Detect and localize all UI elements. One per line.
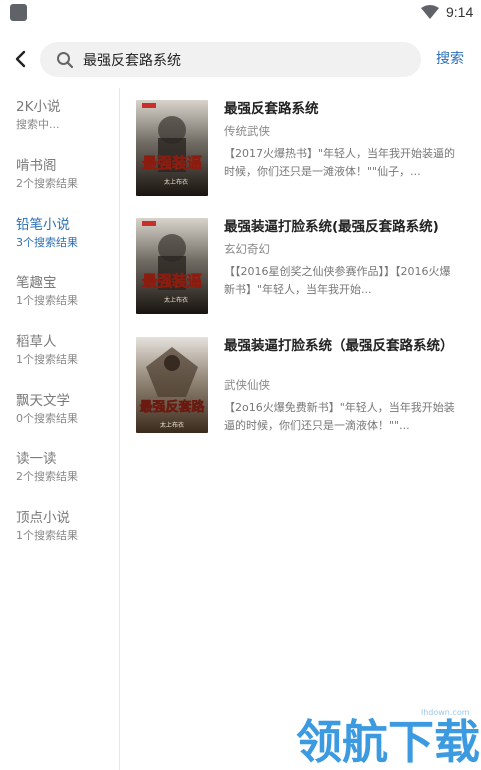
search-input[interactable] [83, 42, 403, 77]
cover-title-art: 最强装逼 [142, 154, 202, 172]
book-category: 玄幻奇幻 [224, 242, 270, 256]
book-cover: 最强反套路 太上布衣 [136, 337, 208, 433]
source-item-kenshuge[interactable]: 啃书阁 2个搜索结果 [16, 157, 116, 201]
cover-author-art: 太上布衣 [164, 296, 188, 304]
source-item-qianbi[interactable]: 铅笔小说 3个搜索结果 [16, 216, 116, 260]
book-category: 传统武侠 [224, 124, 270, 138]
source-name: 2K小说 [16, 99, 61, 115]
book-title: 最强反套路系统 [224, 101, 319, 117]
result-item[interactable]: 最强装逼 太上布衣 最强反套路系统 传统武侠 【2017火爆热书】"年轻人，当年… [136, 100, 466, 200]
cover-author-art: 太上布衣 [160, 421, 184, 429]
result-item[interactable]: 最强反套路 太上布衣 最强装逼打脸系统（最强反套路系统） 武侠仙侠 【2o16火… [136, 337, 466, 437]
book-description: 【2o16火爆免费新书】"年轻人，当年我开始装逼的时候，你们还只是一滴液体！""… [224, 401, 455, 432]
search-button[interactable]: 搜索 [436, 48, 464, 68]
cover-author-art: 太上布衣 [164, 178, 188, 186]
source-name: 顶点小说 [16, 510, 70, 526]
wifi-icon [421, 5, 439, 19]
source-name: 铅笔小说 [16, 217, 70, 233]
source-item-piaotian[interactable]: 飘天文学 0个搜索结果 [16, 392, 116, 436]
cover-title-art: 最强装逼 [142, 272, 202, 290]
source-item-daocaoren[interactable]: 稻草人 1个搜索结果 [16, 333, 116, 377]
book-description: 【【2016星创奖之仙侠参赛作品】】【2016火爆新书】"年轻人，当年我开始..… [224, 265, 451, 296]
source-name: 啃书阁 [16, 158, 57, 174]
source-count: 2个搜索结果 [16, 470, 78, 483]
source-name: 读一读 [16, 451, 57, 467]
source-count: 0个搜索结果 [16, 412, 78, 425]
source-item-dingdian[interactable]: 顶点小说 1个搜索结果 [16, 509, 116, 553]
back-arrow-icon[interactable] [10, 48, 32, 70]
source-sidebar: 2K小说 搜索中... 啃书阁 2个搜索结果 铅笔小说 3个搜索结果 笔趣宝 1… [0, 88, 120, 770]
source-item-duyidu[interactable]: 读一读 2个搜索结果 [16, 450, 116, 494]
status-bar: 9:14 [0, 0, 481, 26]
watermark-logo: lhdown.com 领航下载 [296, 708, 481, 770]
source-count: 3个搜索结果 [16, 236, 78, 249]
book-title: 最强装逼打脸系统（最强反套路系统） [224, 338, 454, 354]
source-item-2k[interactable]: 2K小说 搜索中... [16, 98, 116, 142]
book-cover: 最强装逼 太上布衣 [136, 218, 208, 314]
source-name: 飘天文学 [16, 393, 70, 409]
result-item[interactable]: 最强装逼 太上布衣 最强装逼打脸系统(最强反套路系统) 玄幻奇幻 【【2016星… [136, 218, 466, 318]
source-count: 2个搜索结果 [16, 177, 78, 190]
source-count: 搜索中... [16, 118, 60, 131]
watermark-text: 领航下载 [296, 715, 480, 769]
book-category: 武侠仙侠 [224, 378, 270, 392]
search-icon [57, 52, 74, 69]
source-count: 1个搜索结果 [16, 294, 78, 307]
source-count: 1个搜索结果 [16, 353, 78, 366]
status-time: 9:14 [446, 4, 474, 20]
book-description: 【2017火爆热书】"年轻人，当年我开始装逼的时候，你们还只是一滩液体！""仙子… [224, 147, 456, 178]
source-name: 稻草人 [16, 334, 57, 350]
book-title: 最强装逼打脸系统(最强反套路系统) [224, 219, 439, 235]
search-box[interactable] [40, 42, 421, 77]
source-item-biqubao[interactable]: 笔趣宝 1个搜索结果 [16, 274, 116, 318]
cover-title-art: 最强反套路 [139, 399, 205, 415]
book-cover: 最强装逼 太上布衣 [136, 100, 208, 196]
source-name: 笔趣宝 [16, 275, 57, 291]
source-count: 1个搜索结果 [16, 529, 78, 542]
notification-icon [10, 4, 27, 21]
